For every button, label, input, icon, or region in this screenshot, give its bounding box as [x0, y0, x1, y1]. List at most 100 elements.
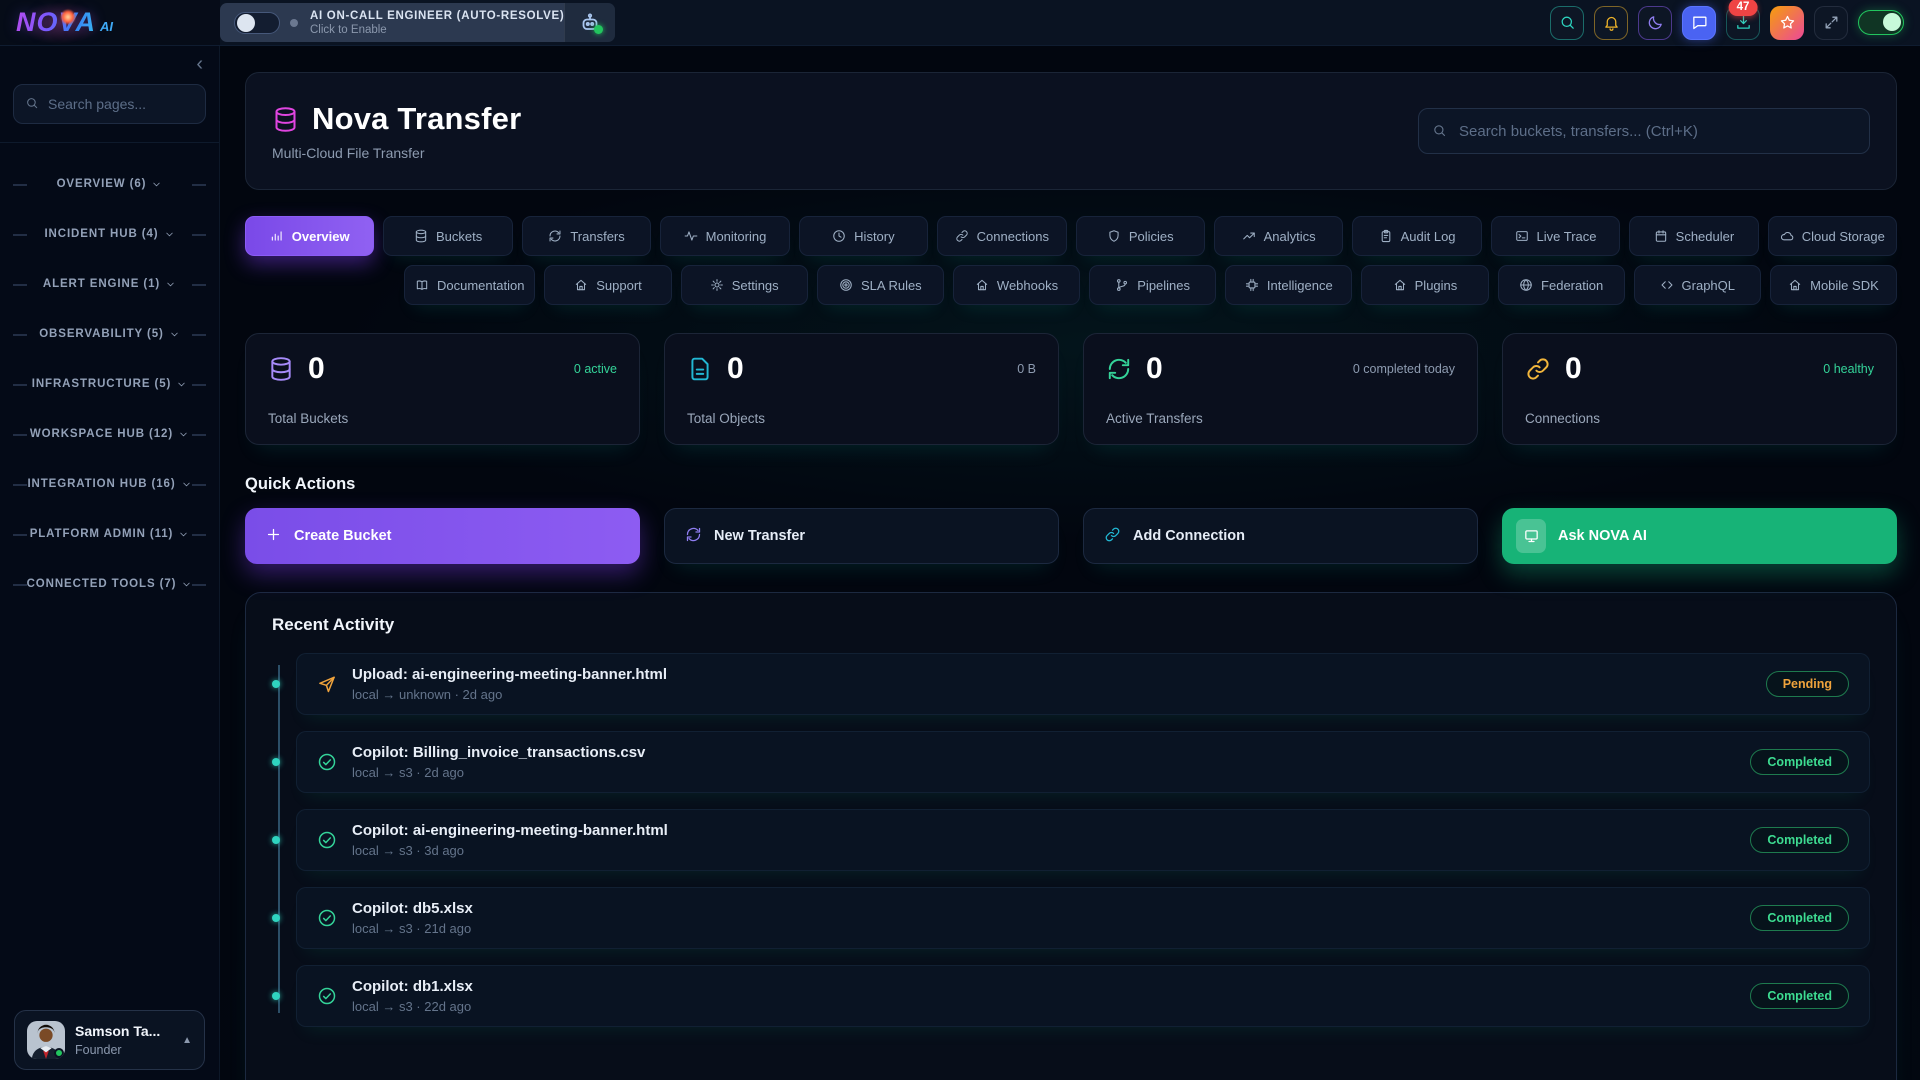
caret-up-icon[interactable]: ▲ — [182, 1035, 192, 1046]
downloads-button[interactable]: 47 — [1726, 6, 1760, 40]
sidebar-section[interactable]: INFRASTRUCTURE (5) — [0, 359, 219, 409]
favorites-button[interactable] — [1770, 6, 1804, 40]
sidebar-section[interactable]: CONNECTED TOOLS (7) — [0, 559, 219, 609]
ai-oncall-subtitle[interactable]: Click to Enable — [310, 24, 548, 36]
stat-card: 0 0 completed today Active Transfers — [1083, 333, 1478, 445]
sidebar-section[interactable]: WORKSPACE HUB (12) — [0, 409, 219, 459]
chevron-down-icon — [181, 479, 192, 490]
notification-count-badge: 47 — [1729, 0, 1758, 16]
tab[interactable]: Live Trace — [1491, 216, 1620, 256]
tab-icon — [548, 229, 562, 243]
global-search-input[interactable] — [1418, 108, 1870, 154]
tab-label: Live Trace — [1537, 229, 1597, 244]
tab[interactable]: Support — [544, 265, 671, 305]
quick-action-label: New Transfer — [714, 528, 805, 544]
tab[interactable]: Policies — [1076, 216, 1205, 256]
collapse-sidebar-icon[interactable]: ‹ — [196, 54, 203, 74]
tab[interactable]: Cloud Storage — [1768, 216, 1897, 256]
quick-action-button[interactable]: New Transfer — [664, 508, 1059, 564]
tab[interactable]: Intelligence — [1225, 265, 1352, 305]
tab-icon — [1788, 278, 1802, 292]
tab[interactable]: Webhooks — [953, 265, 1080, 305]
sidebar-section-label: CONNECTED TOOLS (7) — [27, 578, 177, 590]
search-button[interactable] — [1550, 6, 1584, 40]
tab-label: Buckets — [436, 229, 482, 244]
sidebar-section[interactable]: INCIDENT HUB (4) — [0, 209, 219, 259]
tab-label: Scheduler — [1676, 229, 1735, 244]
tab-icon — [955, 229, 969, 243]
check-circle-icon — [317, 986, 337, 1006]
quick-action-button[interactable]: Create Bucket — [245, 508, 640, 564]
tab[interactable]: Buckets — [383, 216, 512, 256]
activity-row[interactable]: Copilot: Billing_invoice_transactions.cs… — [296, 731, 1870, 793]
stat-value: 0 — [308, 352, 325, 386]
stat-label: Total Buckets — [268, 411, 617, 426]
database-icon — [272, 106, 299, 133]
tab-icon — [1245, 278, 1259, 292]
quick-action-label: Ask NOVA AI — [1558, 528, 1647, 544]
quick-action-button[interactable]: Ask NOVA AI — [1502, 508, 1897, 564]
chat-button[interactable] — [1682, 6, 1716, 40]
tab[interactable]: History — [799, 216, 928, 256]
tab[interactable]: Analytics — [1214, 216, 1343, 256]
tab[interactable]: Monitoring — [660, 216, 789, 256]
activity-row[interactable]: Upload: ai-engineering-meeting-banner.ht… — [296, 653, 1870, 715]
tab[interactable]: Audit Log — [1352, 216, 1481, 256]
stat-card: 0 0 active Total Buckets — [245, 333, 640, 445]
tab-label: Policies — [1129, 229, 1174, 244]
tab[interactable]: GraphQL — [1634, 265, 1761, 305]
sidebar-section[interactable]: OBSERVABILITY (5) — [0, 309, 219, 359]
sidebar-section[interactable]: INTEGRATION HUB (16) — [0, 459, 219, 509]
page-title: Nova Transfer — [312, 101, 521, 137]
tab[interactable]: Transfers — [522, 216, 651, 256]
tab-label: Cloud Storage — [1802, 229, 1885, 244]
tab-label: Webhooks — [997, 278, 1058, 293]
tab[interactable]: Settings — [681, 265, 808, 305]
tab[interactable]: SLA Rules — [817, 265, 944, 305]
stat-label: Connections — [1525, 411, 1874, 426]
send-icon — [317, 674, 337, 694]
sidebar-section[interactable]: PLATFORM ADMIN (11) — [0, 509, 219, 559]
quick-action-label: Add Connection — [1133, 528, 1245, 544]
status-badge: Completed — [1750, 827, 1849, 853]
tab-label: GraphQL — [1682, 278, 1735, 293]
stat-value: 0 — [1146, 352, 1163, 386]
tab-label: Plugins — [1415, 278, 1458, 293]
quick-actions: Create Bucket New Transfer Add Connectio… — [245, 508, 1897, 564]
tab[interactable]: Overview — [245, 216, 374, 256]
logo-wordmark: NOVA — [16, 7, 96, 38]
dark-mode-button[interactable] — [1638, 6, 1672, 40]
theme-toggle[interactable] — [1858, 10, 1904, 35]
tab-label: Overview — [292, 229, 350, 244]
sidebar-section[interactable]: OVERVIEW (6) — [0, 159, 219, 209]
tab[interactable]: Documentation — [404, 265, 535, 305]
tab[interactable]: Plugins — [1361, 265, 1488, 305]
tab-row-2: Documentation Support Settings SLA Rules — [245, 265, 1897, 305]
activity-row[interactable]: Copilot: db1.xlsx local → s3 · 22d ago C… — [296, 965, 1870, 1027]
ai-oncall-toggle[interactable] — [234, 12, 280, 34]
tab[interactable]: Scheduler — [1629, 216, 1758, 256]
sidebar-section[interactable]: ALERT ENGINE (1) — [0, 259, 219, 309]
activity-row[interactable]: Copilot: db5.xlsx local → s3 · 21d ago C… — [296, 887, 1870, 949]
ai-oncall-texts: AI ON-CALL ENGINEER (AUTO-RESOLVE) Click… — [310, 10, 548, 36]
tab[interactable]: Connections — [937, 216, 1066, 256]
tab[interactable]: Pipelines — [1089, 265, 1216, 305]
tab[interactable]: Federation — [1498, 265, 1625, 305]
notifications-button[interactable] — [1594, 6, 1628, 40]
activity-meta: local → s3 · 2d ago — [352, 765, 1735, 780]
sidebar-section-label: INTEGRATION HUB (16) — [27, 478, 175, 490]
page-header: Nova Transfer Multi-Cloud File Transfer — [245, 72, 1897, 190]
quick-action-button[interactable]: Add Connection — [1083, 508, 1478, 564]
tab[interactable]: Mobile SDK — [1770, 265, 1897, 305]
bell-icon — [1603, 14, 1620, 31]
fullscreen-button[interactable] — [1814, 6, 1848, 40]
user-card[interactable]: Samson Ta... Founder ▲ — [14, 1010, 205, 1070]
nova-ai-logo[interactable]: NOVA AI — [16, 7, 113, 38]
sidebar-search-input[interactable] — [13, 84, 206, 124]
ai-assistant-button[interactable] — [564, 3, 615, 42]
online-status-dot — [594, 25, 603, 34]
status-badge: Completed — [1750, 749, 1849, 775]
activity-row[interactable]: Copilot: ai-engineering-meeting-banner.h… — [296, 809, 1870, 871]
chevron-down-icon — [164, 229, 175, 240]
sidebar-section-label: INCIDENT HUB (4) — [44, 228, 158, 240]
